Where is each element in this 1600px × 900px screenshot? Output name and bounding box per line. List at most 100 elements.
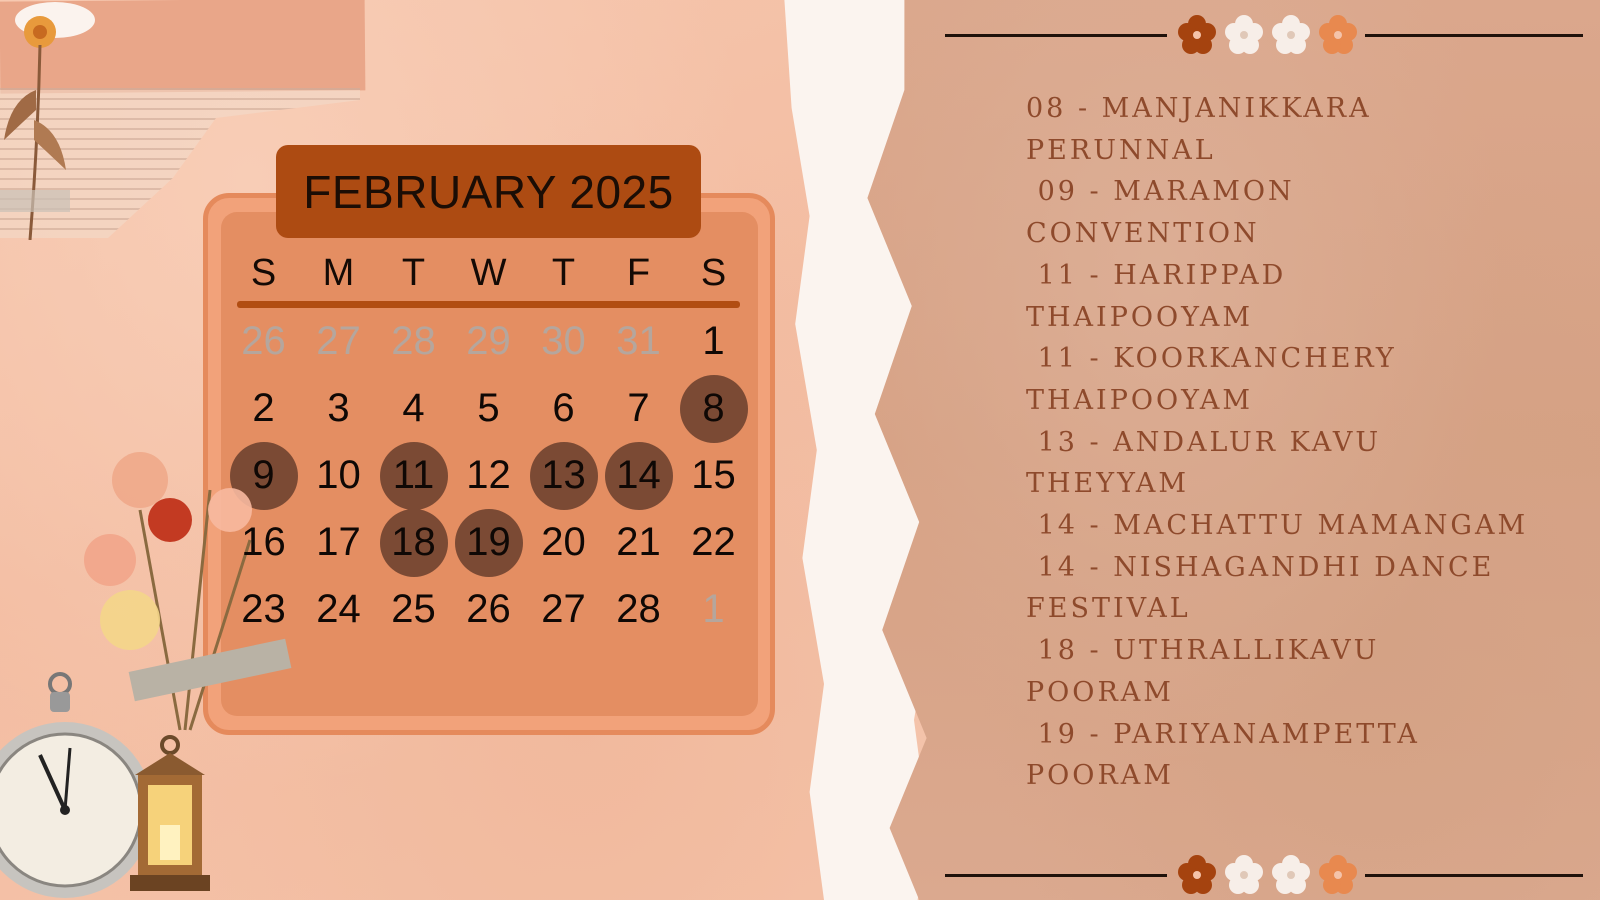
calendar-day: 22	[676, 509, 751, 576]
calendar-day: 2	[226, 375, 301, 442]
calendar-day-outside-month: 1	[676, 576, 751, 643]
event-line: 14 - MACHATTU MAMANGAM	[1026, 510, 1529, 542]
day-number: 4	[402, 386, 425, 430]
day-number: 21	[616, 520, 661, 564]
event-line: POORAM	[1026, 760, 1174, 792]
weekday-divider	[237, 301, 740, 308]
weekday-label: M	[322, 252, 355, 294]
calendar-grid: 26 27 28 29 30 31 1 2 3 4 5 6 7 8 9 10 11 12 13 14 15 16 17 18 1…	[226, 308, 751, 643]
day-number: 16	[241, 520, 286, 564]
day-number: 19	[466, 520, 511, 564]
weekday-label: S	[700, 252, 727, 294]
day-number: 24	[316, 587, 361, 631]
day-number: 27	[541, 587, 586, 631]
event-line: CONVENTION	[1026, 218, 1260, 250]
day-number: 7	[627, 386, 650, 430]
top-ornament	[945, 10, 1585, 60]
calendar-day: 15	[676, 442, 751, 509]
calendar-day: 4	[376, 375, 451, 442]
calendar-day: 25	[376, 576, 451, 643]
calendar-day-highlighted: 13	[526, 441, 601, 510]
calendar-day-highlighted: 14	[601, 441, 676, 510]
day-number: 22	[691, 520, 736, 564]
day-number: 1	[702, 587, 725, 631]
day-number: 25	[391, 587, 436, 631]
day-number: 26	[466, 587, 511, 631]
calendar-day: 12	[451, 442, 526, 509]
calendar-day-highlighted: 11	[376, 441, 451, 510]
day-number: 12	[466, 453, 511, 497]
day-number: 3	[327, 386, 350, 430]
calendar-title: FEBRUARY 2025	[276, 145, 701, 238]
weekday-label: F	[626, 252, 651, 294]
event-line: THAIPOOYAM	[1026, 384, 1254, 416]
weekday-label: W	[470, 252, 507, 294]
day-number: 27	[316, 319, 361, 363]
lantern-icon	[130, 735, 210, 891]
calendar-day-outside-month: 28	[376, 308, 451, 375]
day-number: 11	[392, 453, 435, 497]
day-number: 17	[316, 520, 361, 564]
calendar-day-outside-month: 27	[301, 308, 376, 375]
calendar-day: 10	[301, 442, 376, 509]
flower-ornament-icon	[1178, 15, 1357, 54]
calendar-day: 1	[676, 308, 751, 375]
day-number: 30	[541, 319, 586, 363]
events-list: 08 - MANJANIKKARA PERUNNAL 09 - MARAMON CO…	[1026, 88, 1566, 797]
calendar-day: 3	[301, 375, 376, 442]
calendar-day-outside-month: 31	[601, 308, 676, 375]
calendar-day: 28	[601, 576, 676, 643]
day-number: 8	[702, 386, 725, 430]
weekday-label: T	[551, 252, 576, 294]
day-number: 29	[466, 319, 511, 363]
day-number: 20	[541, 520, 586, 564]
calendar-day-outside-month: 30	[526, 308, 601, 375]
calendar-day: 21	[601, 509, 676, 576]
weekday-header: SMTWTFS	[226, 248, 751, 298]
event-line: POORAM	[1026, 676, 1174, 708]
event-line: 13 - ANDALUR KAVU	[1026, 426, 1382, 458]
event-line: THEYYAM	[1026, 468, 1189, 500]
day-number: 31	[616, 319, 661, 363]
day-number: 2	[252, 386, 275, 430]
calendar-day: 6	[526, 375, 601, 442]
day-number: 14	[616, 453, 661, 497]
event-line: 08 - MANJANIKKARA	[1026, 93, 1372, 124]
event-line: THAIPOOYAM	[1026, 301, 1254, 333]
event-line: 14 - NISHAGANDHI DANCE	[1026, 551, 1495, 583]
day-number: 18	[391, 520, 436, 564]
calendar-day-outside-month: 26	[226, 308, 301, 375]
calendar-day: 7	[601, 375, 676, 442]
event-line: 19 - PARIYANAMPETTA	[1026, 718, 1420, 750]
weekday-label: S	[250, 252, 277, 294]
event-line: 11 - HARIPPAD	[1026, 259, 1287, 291]
day-number: 28	[616, 587, 661, 631]
event-line: FESTIVAL	[1026, 593, 1191, 625]
event-line: 18 - UTHRALLIKAVU	[1026, 635, 1380, 667]
day-number: 5	[477, 386, 500, 430]
event-line: PERUNNAL	[1026, 134, 1216, 166]
calendar-day: 27	[526, 576, 601, 643]
day-number: 10	[316, 453, 361, 497]
event-line: 11 - KOORKANCHERY	[1026, 343, 1397, 375]
day-number: 28	[391, 319, 436, 363]
calendar-day-outside-month: 29	[451, 308, 526, 375]
weekday-label: T	[401, 252, 426, 294]
event-line: 09 - MARAMON	[1026, 176, 1295, 208]
day-number: 9	[252, 453, 275, 497]
day-number: 15	[691, 453, 736, 497]
calendar-day: 20	[526, 509, 601, 576]
flower-ornament-icon	[1178, 855, 1357, 894]
bottom-ornament	[945, 850, 1585, 900]
day-number: 26	[241, 319, 286, 363]
calendar-day: 24	[301, 576, 376, 643]
calendar-day: 5	[451, 375, 526, 442]
day-number: 13	[541, 453, 586, 497]
day-number: 6	[552, 386, 575, 430]
calendar-day: 17	[301, 509, 376, 576]
day-number: 1	[702, 319, 725, 363]
calendar-day-highlighted: 19	[451, 508, 526, 577]
calendar-day: 26	[451, 576, 526, 643]
calendar-day-highlighted: 8	[676, 374, 751, 443]
day-number: 23	[241, 587, 286, 631]
